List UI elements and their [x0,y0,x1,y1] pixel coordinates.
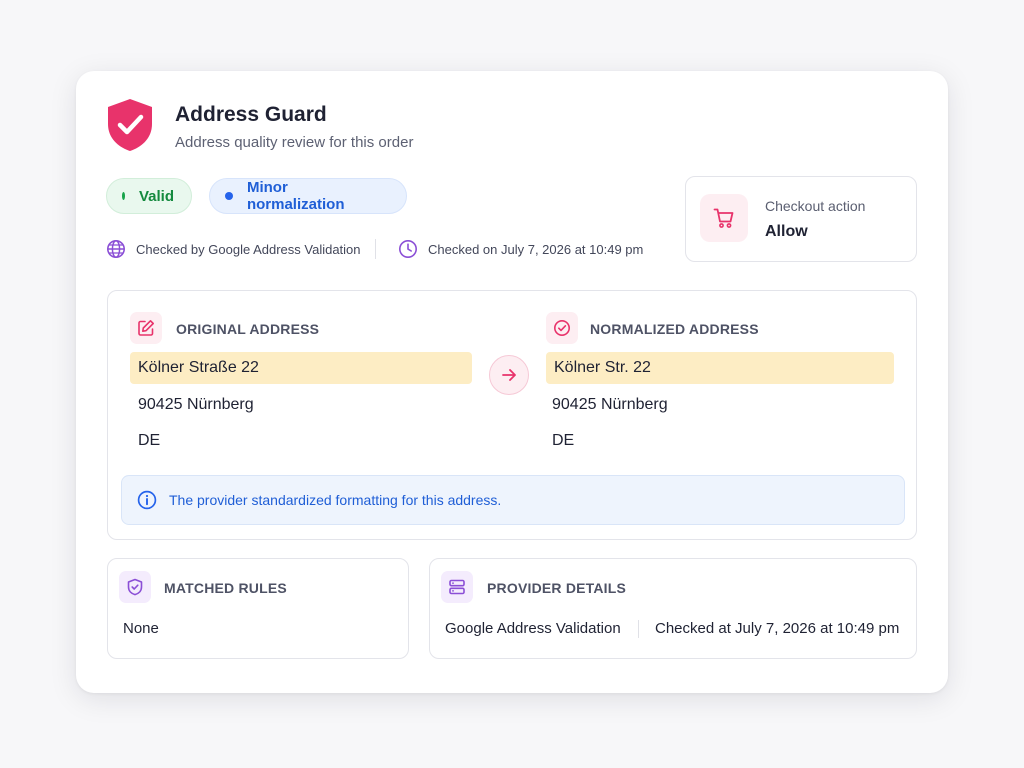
matched-rules-icon-box [119,571,151,603]
address-guard-card: Address Guard Address quality review for… [76,71,948,693]
original-address-icon-box [130,312,162,344]
provider-meta-text: Checked by Google Address Validation [136,241,361,257]
globe-icon [107,240,125,258]
time-meta: Checked on July 7, 2026 at 10:49 pm [398,239,643,259]
original-address-title: ORIGINAL ADDRESS [176,321,320,337]
matched-rules-title: MATCHED RULES [164,580,287,596]
normalized-address-line3: DE [552,432,575,449]
matched-rules-panel: MATCHED RULES None [107,558,409,659]
edit-icon [138,320,154,336]
valid-dot-icon [122,192,125,200]
normalized-address-title: NORMALIZED ADDRESS [590,321,759,337]
normalized-address-line1: Kölner Str. 22 [546,352,894,384]
normalization-dot-icon [225,192,233,200]
normalization-badge: Minor normalization [209,178,407,214]
page-title: Address Guard [175,103,327,126]
info-message-text: The provider standardized formatting for… [169,492,502,508]
checkout-action-value: Allow [765,223,808,240]
checkout-action-panel: Checkout action Allow [685,176,917,262]
clock-icon [399,240,417,258]
provider-details-panel: PROVIDER DETAILS Google Address Validati… [429,558,917,659]
meta-divider [375,239,376,259]
cart-icon [713,208,734,228]
info-icon [137,490,157,510]
arrow-right-icon [502,369,516,381]
shield-check-small-icon [127,578,143,596]
normalization-badge-label: Minor normalization [246,179,345,213]
server-icon [449,579,465,595]
valid-badge-label: Valid [138,187,174,205]
page-subtitle: Address quality review for this order [175,134,414,151]
checkout-action-icon-box [700,194,748,242]
checkout-action-label: Checkout action [765,198,866,214]
normalized-address-icon-box [546,312,578,344]
original-address-line2: 90425 Nürnberg [138,396,254,413]
address-comparison-panel: ORIGINAL ADDRESS Kölner Straße 22 90425 … [107,290,917,540]
shield-check-icon [108,99,152,151]
normalize-arrow [489,355,529,395]
time-meta-text: Checked on July 7, 2026 at 10:49 pm [428,241,644,257]
provider-checked-at: Checked at July 7, 2026 at 10:49 pm [655,620,900,637]
provider-divider [638,620,639,638]
info-message: The provider standardized formatting for… [121,475,905,525]
provider-details-title: PROVIDER DETAILS [487,580,627,596]
matched-rules-value: None [123,620,159,637]
original-address-line1: Kölner Straße 22 [130,352,472,384]
check-circle-icon [554,320,570,336]
provider-details-icon-box [441,571,473,603]
provider-meta: Checked by Google Address Validation [106,239,361,259]
original-address-line3: DE [138,432,161,449]
valid-badge: Valid [106,178,192,214]
provider-name: Google Address Validation [445,620,621,637]
normalized-address-line2: 90425 Nürnberg [552,396,668,413]
